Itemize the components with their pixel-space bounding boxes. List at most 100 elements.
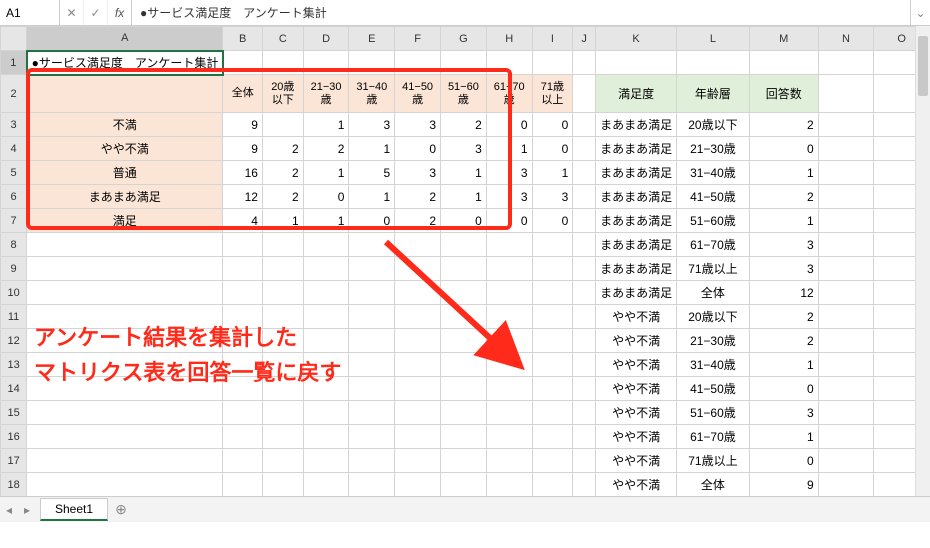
- cell-N11[interactable]: [818, 305, 874, 329]
- tab-nav-next[interactable]: ▸: [18, 503, 36, 517]
- cell-M17[interactable]: 0: [749, 449, 818, 473]
- cell-L11[interactable]: 20歳以下: [677, 305, 750, 329]
- cell-H7[interactable]: 0: [486, 209, 532, 233]
- cell-E5[interactable]: 5: [349, 161, 395, 185]
- cell-M3[interactable]: 2: [749, 113, 818, 137]
- cell-D17[interactable]: [303, 449, 349, 473]
- cell-B1[interactable]: [223, 51, 263, 75]
- cell-C15[interactable]: [262, 401, 303, 425]
- select-all-cell[interactable]: [1, 27, 27, 51]
- cell-D18[interactable]: [303, 473, 349, 497]
- cell-E18[interactable]: [349, 473, 395, 497]
- col-header-I[interactable]: I: [532, 27, 573, 51]
- row-header-7[interactable]: 7: [1, 209, 27, 233]
- confirm-formula-button[interactable]: ✓: [84, 0, 108, 25]
- cell-D9[interactable]: [303, 257, 349, 281]
- cell-N3[interactable]: [818, 113, 874, 137]
- cell-H8[interactable]: [486, 233, 532, 257]
- cell-C7[interactable]: 1: [262, 209, 303, 233]
- cell-F12[interactable]: [395, 329, 441, 353]
- cell-I5[interactable]: 1: [532, 161, 573, 185]
- cell-J14[interactable]: [573, 377, 596, 401]
- cell-C6[interactable]: 2: [262, 185, 303, 209]
- col-header-N[interactable]: N: [818, 27, 874, 51]
- cell-G5[interactable]: 1: [441, 161, 487, 185]
- cell-F1[interactable]: [395, 51, 441, 75]
- cell-C13[interactable]: [262, 353, 303, 377]
- cell-H16[interactable]: [486, 425, 532, 449]
- cell-J13[interactable]: [573, 353, 596, 377]
- cell-E6[interactable]: 1: [349, 185, 395, 209]
- cell-I4[interactable]: 0: [532, 137, 573, 161]
- cell-B13[interactable]: [223, 353, 263, 377]
- cell-A9[interactable]: [27, 257, 223, 281]
- cell-B12[interactable]: [223, 329, 263, 353]
- cell-A18[interactable]: [27, 473, 223, 497]
- cell-I3[interactable]: 0: [532, 113, 573, 137]
- cell-E8[interactable]: [349, 233, 395, 257]
- cell-G13[interactable]: [441, 353, 487, 377]
- cell-K11[interactable]: やや不満: [596, 305, 677, 329]
- cell-E9[interactable]: [349, 257, 395, 281]
- col-header-D[interactable]: D: [303, 27, 349, 51]
- cell-N6[interactable]: [818, 185, 874, 209]
- cell-J15[interactable]: [573, 401, 596, 425]
- cell-N8[interactable]: [818, 233, 874, 257]
- cell-J1[interactable]: [573, 51, 596, 75]
- cell-E10[interactable]: [349, 281, 395, 305]
- cell-A7[interactable]: 満足: [27, 209, 223, 233]
- cell-J12[interactable]: [573, 329, 596, 353]
- cell-L4[interactable]: 21−30歳: [677, 137, 750, 161]
- cell-K17[interactable]: やや不満: [596, 449, 677, 473]
- row-header-11[interactable]: 11: [1, 305, 27, 329]
- cell-A11[interactable]: [27, 305, 223, 329]
- cell-M8[interactable]: 3: [749, 233, 818, 257]
- cell-M14[interactable]: 0: [749, 377, 818, 401]
- cell-G17[interactable]: [441, 449, 487, 473]
- cell-J18[interactable]: [573, 473, 596, 497]
- cell-D8[interactable]: [303, 233, 349, 257]
- cell-F8[interactable]: [395, 233, 441, 257]
- col-header-A[interactable]: A: [27, 27, 223, 51]
- cell-A13[interactable]: [27, 353, 223, 377]
- cell-G3[interactable]: 2: [441, 113, 487, 137]
- cell-H1[interactable]: [486, 51, 532, 75]
- cell-M15[interactable]: 3: [749, 401, 818, 425]
- cell-K14[interactable]: やや不満: [596, 377, 677, 401]
- cell-C10[interactable]: [262, 281, 303, 305]
- cell-N15[interactable]: [818, 401, 874, 425]
- row-header-3[interactable]: 3: [1, 113, 27, 137]
- cell-E1[interactable]: [349, 51, 395, 75]
- cell-G12[interactable]: [441, 329, 487, 353]
- cell-N7[interactable]: [818, 209, 874, 233]
- col-header-H[interactable]: H: [486, 27, 532, 51]
- cell-D11[interactable]: [303, 305, 349, 329]
- cell-H5[interactable]: 3: [486, 161, 532, 185]
- cell-K15[interactable]: やや不満: [596, 401, 677, 425]
- cell-N14[interactable]: [818, 377, 874, 401]
- row-header-6[interactable]: 6: [1, 185, 27, 209]
- cell-E16[interactable]: [349, 425, 395, 449]
- cell-C2[interactable]: 20歳以下: [262, 75, 303, 113]
- cell-I15[interactable]: [532, 401, 573, 425]
- cell-J3[interactable]: [573, 113, 596, 137]
- cell-F16[interactable]: [395, 425, 441, 449]
- cell-K6[interactable]: まあまあ満足: [596, 185, 677, 209]
- cell-J10[interactable]: [573, 281, 596, 305]
- cell-I6[interactable]: 3: [532, 185, 573, 209]
- row-header-4[interactable]: 4: [1, 137, 27, 161]
- cell-E4[interactable]: 1: [349, 137, 395, 161]
- cell-A12[interactable]: [27, 329, 223, 353]
- cell-K2[interactable]: 満足度: [596, 75, 677, 113]
- cell-D14[interactable]: [303, 377, 349, 401]
- cell-F3[interactable]: 3: [395, 113, 441, 137]
- cell-G7[interactable]: 0: [441, 209, 487, 233]
- cell-A16[interactable]: [27, 425, 223, 449]
- cell-L5[interactable]: 31−40歳: [677, 161, 750, 185]
- cell-E12[interactable]: [349, 329, 395, 353]
- cell-L15[interactable]: 51−60歳: [677, 401, 750, 425]
- cell-C16[interactable]: [262, 425, 303, 449]
- cell-J9[interactable]: [573, 257, 596, 281]
- tab-nav-prev[interactable]: ◂: [0, 503, 18, 517]
- cell-H11[interactable]: [486, 305, 532, 329]
